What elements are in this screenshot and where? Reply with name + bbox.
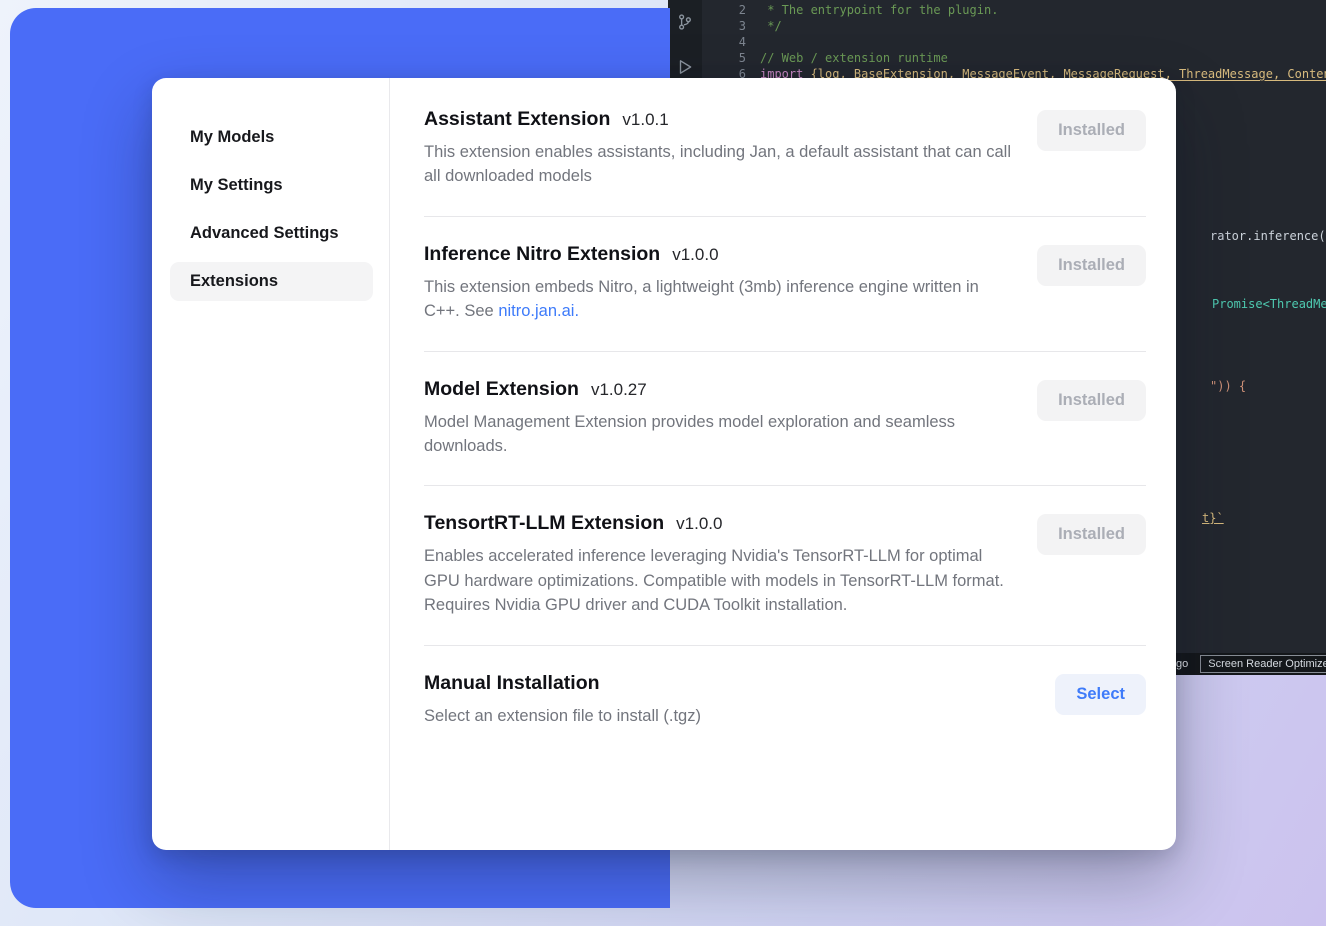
nitro-link[interactable]: nitro.jan.ai. [498,302,579,320]
line-number: 5 [702,50,760,66]
code-fragment: ")) { [1210,378,1246,394]
extension-description: This extension embeds Nitro, a lightweig… [424,275,1016,324]
extension-description: Model Management Extension provides mode… [424,410,1016,459]
installed-button[interactable]: Installed [1037,514,1146,555]
editor-line: 4 [702,34,1326,50]
editor-line: 2 * The entrypoint for the plugin. [702,2,1326,18]
installed-button[interactable]: Installed [1037,110,1146,151]
sidebar-item-my-settings[interactable]: My Settings [170,166,373,205]
code-fragment: Promise<ThreadMessage> [1212,296,1326,312]
sidebar-item-extensions[interactable]: Extensions [170,262,373,301]
sidebar-item-my-models[interactable]: My Models [170,118,373,157]
line-number: 4 [702,34,760,50]
extension-version: v1.0.27 [591,380,647,400]
editor-line: 5 // Web / extension runtime [702,50,1326,66]
extension-row-nitro: Inference Nitro Extension v1.0.0 This ex… [424,243,1146,324]
code-fragment: t}` [1202,510,1224,526]
extensions-list: Assistant Extension v1.0.1 This extensio… [390,78,1176,850]
screen-reader-mode-badge[interactable]: Screen Reader Optimized [1200,655,1326,673]
language-indicator[interactable]: go [1176,658,1188,670]
source-control-icon[interactable] [676,13,694,36]
line-number: 2 [702,2,760,18]
row-divider [424,216,1146,217]
extension-name: Assistant Extension [424,108,610,131]
row-divider [424,351,1146,352]
extension-row-assistant: Assistant Extension v1.0.1 This extensio… [424,108,1146,189]
manual-installation-title: Manual Installation [424,672,600,695]
manual-installation-row: Manual Installation Select an extension … [424,672,1146,728]
extension-description: This extension enables assistants, inclu… [424,140,1016,189]
extension-row-model: Model Extension v1.0.27 Model Management… [424,378,1146,459]
extension-name: Model Extension [424,378,579,401]
installed-button[interactable]: Installed [1037,380,1146,421]
row-divider [424,485,1146,486]
extension-version: v1.0.0 [672,245,718,265]
row-divider [424,645,1146,646]
extension-name: Inference Nitro Extension [424,243,660,266]
line-number: 3 [702,18,760,34]
extension-name: TensortRT-LLM Extension [424,512,664,535]
manual-installation-description: Select an extension file to install (.tg… [424,704,1016,728]
select-file-button[interactable]: Select [1055,674,1146,715]
sidebar-item-advanced-settings[interactable]: Advanced Settings [170,214,373,253]
code-fragment: rator.inference(data)); [1210,228,1326,244]
extension-version: v1.0.1 [622,110,668,130]
editor-line: 3 */ [702,18,1326,34]
settings-sidebar: My Models My Settings Advanced Settings … [152,78,390,850]
extension-row-tensorrt: TensortRT-LLM Extension v1.0.0 Enables a… [424,512,1146,617]
settings-window: My Models My Settings Advanced Settings … [152,78,1176,850]
installed-button[interactable]: Installed [1037,245,1146,286]
extension-description: Enables accelerated inference leveraging… [424,544,1016,617]
extension-version: v1.0.0 [676,514,722,534]
